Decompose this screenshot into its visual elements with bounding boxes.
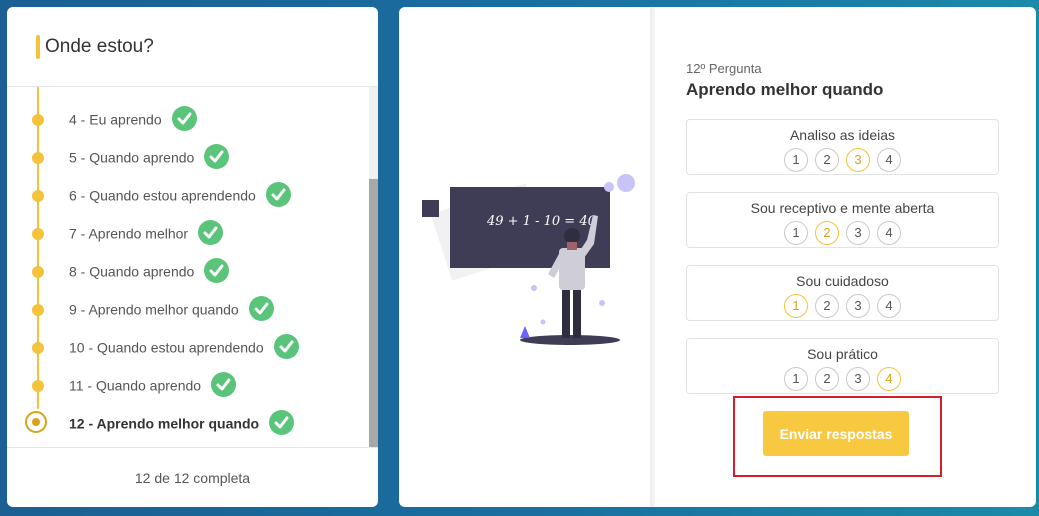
option-label: Analiso as ideias — [789, 127, 896, 143]
check-icon — [204, 258, 230, 283]
step-label: 11 - Quando aprendo — [69, 372, 237, 397]
step-item[interactable]: 11 - Quando aprendo — [7, 370, 369, 400]
submit-answers-button[interactable]: Enviar respostas — [763, 411, 909, 456]
step-item[interactable]: 8 - Quando aprendo — [7, 256, 369, 286]
header-accent-bar — [36, 35, 40, 59]
teacher-chalkboard-illustration: 49 + 1 - 10 = 40 — [422, 174, 635, 345]
rating-button-2[interactable]: 2 — [815, 294, 839, 318]
step-item[interactable]: 5 - Quando aprendo — [7, 142, 369, 172]
option-label: Sou receptivo e mente aberta — [750, 200, 935, 216]
rating-button-3[interactable]: 3 — [846, 367, 870, 391]
step-dot — [32, 190, 44, 202]
step-dot — [32, 380, 44, 392]
step-dot — [32, 114, 44, 126]
step-label-text: 8 - Quando aprendo — [69, 263, 195, 280]
rating-button-1[interactable]: 1 — [784, 148, 808, 172]
step-dot — [32, 152, 44, 164]
scrollbar-thumb[interactable] — [369, 179, 378, 447]
check-icon — [273, 334, 299, 359]
rating-button-1[interactable]: 1 — [784, 367, 808, 391]
question-title: Aprendo melhor quando — [686, 80, 884, 99]
step-label-text: 11 - Quando aprendo — [69, 377, 202, 394]
rating-button-3[interactable]: 3 — [846, 148, 870, 172]
check-icon — [269, 410, 295, 435]
option-label: Sou cuidadoso — [796, 273, 889, 289]
step-label: 4 - Eu aprendo — [69, 106, 197, 131]
rating-scale: 1234 — [687, 148, 998, 172]
progress-panel: Onde estou? 4 - Eu aprendo 5 - Quando apr… — [7, 7, 378, 507]
rating-scale: 1234 — [687, 294, 998, 318]
current-step-marker — [25, 411, 47, 433]
question-number: 12º Pergunta — [686, 61, 762, 76]
rating-button-4[interactable]: 4 — [877, 294, 901, 318]
check-icon — [171, 106, 197, 131]
dot — [531, 285, 537, 291]
answer-option: Sou receptivo e mente aberta 1 2 3 4 — [686, 192, 999, 248]
rating-button-4[interactable]: 4 — [877, 367, 901, 391]
step-label: 7 - Aprendo melhor — [69, 220, 224, 245]
question-panel: 49 + 1 - 10 = 40 12º Pergunta Aprendo me… — [399, 7, 1036, 507]
step-item[interactable]: 7 - Aprendo melhor — [7, 218, 369, 248]
rating-button-1[interactable]: 1 — [784, 221, 808, 245]
board-equation: 49 + 1 - 10 = 40 — [486, 214, 596, 229]
dot — [599, 300, 605, 306]
step-label: 12 - Aprendo melhor quando — [69, 410, 295, 435]
step-label-text: 5 - Quando aprendo — [69, 149, 195, 166]
check-icon — [204, 144, 230, 169]
rating-button-2[interactable]: 2 — [815, 367, 839, 391]
step-item[interactable]: 4 - Eu aprendo — [7, 104, 369, 134]
step-label-text: 7 - Aprendo melhor — [69, 225, 189, 242]
bubble-large — [617, 174, 635, 192]
completion-status: 12 de 12 completa — [134, 470, 251, 486]
small-square — [422, 200, 439, 217]
rating-button-4[interactable]: 4 — [877, 148, 901, 172]
progress-footer: 12 de 12 completa — [7, 447, 378, 507]
check-icon — [198, 220, 224, 245]
step-item[interactable]: 12 - Aprendo melhor quando — [7, 408, 369, 438]
plant-leaf — [520, 326, 530, 338]
step-label-text: 6 - Quando estou aprendendo — [69, 187, 256, 204]
step-item[interactable]: 9 - Aprendo melhor quando — [7, 294, 369, 324]
step-label-text: 12 - Aprendo melhor quando — [69, 415, 260, 432]
step-label: 5 - Quando aprendo — [69, 144, 230, 169]
rating-button-2[interactable]: 2 — [815, 221, 839, 245]
rating-button-3[interactable]: 3 — [846, 221, 870, 245]
check-icon — [248, 296, 274, 321]
rating-scale: 1234 — [687, 367, 998, 391]
step-dot — [32, 304, 44, 316]
check-icon — [211, 372, 237, 397]
step-label: 9 - Aprendo melhor quando — [69, 296, 274, 321]
step-label-text: 10 - Quando estou aprendendo — [69, 339, 264, 356]
step-list: 4 - Eu aprendo 5 - Quando aprendo 6 - Quan… — [7, 87, 369, 447]
step-item[interactable]: 10 - Quando estou aprendendo — [7, 332, 369, 362]
answer-option: Analiso as ideias 1 2 3 4 — [686, 119, 999, 175]
rating-button-4[interactable]: 4 — [877, 221, 901, 245]
step-label: 8 - Quando aprendo — [69, 258, 230, 283]
option-label: Sou prático — [807, 346, 878, 362]
step-label: 10 - Quando estou aprendendo — [69, 334, 299, 359]
answer-option: Sou prático 1 2 3 4 — [686, 338, 999, 394]
step-dot — [32, 228, 44, 240]
progress-header: Onde estou? — [7, 7, 378, 87]
dot — [540, 319, 546, 325]
rating-button-3[interactable]: 3 — [846, 294, 870, 318]
step-dot — [32, 266, 44, 278]
step-dot — [32, 342, 44, 354]
rating-button-1[interactable]: 1 — [784, 294, 808, 318]
progress-title: Onde estou? — [45, 36, 154, 57]
check-icon — [265, 182, 291, 207]
step-label: 6 - Quando estou aprendendo — [69, 182, 291, 207]
answer-option: Sou cuidadoso 1 2 3 4 — [686, 265, 999, 321]
bubble-small — [604, 182, 614, 192]
rating-scale: 1234 — [687, 221, 998, 245]
rating-button-2[interactable]: 2 — [815, 148, 839, 172]
step-label-text: 9 - Aprendo melhor quando — [69, 301, 239, 318]
step-item[interactable]: 6 - Quando estou aprendendo — [7, 180, 369, 210]
panel-divider — [650, 7, 655, 507]
step-label-text: 4 - Eu aprendo — [69, 111, 162, 128]
